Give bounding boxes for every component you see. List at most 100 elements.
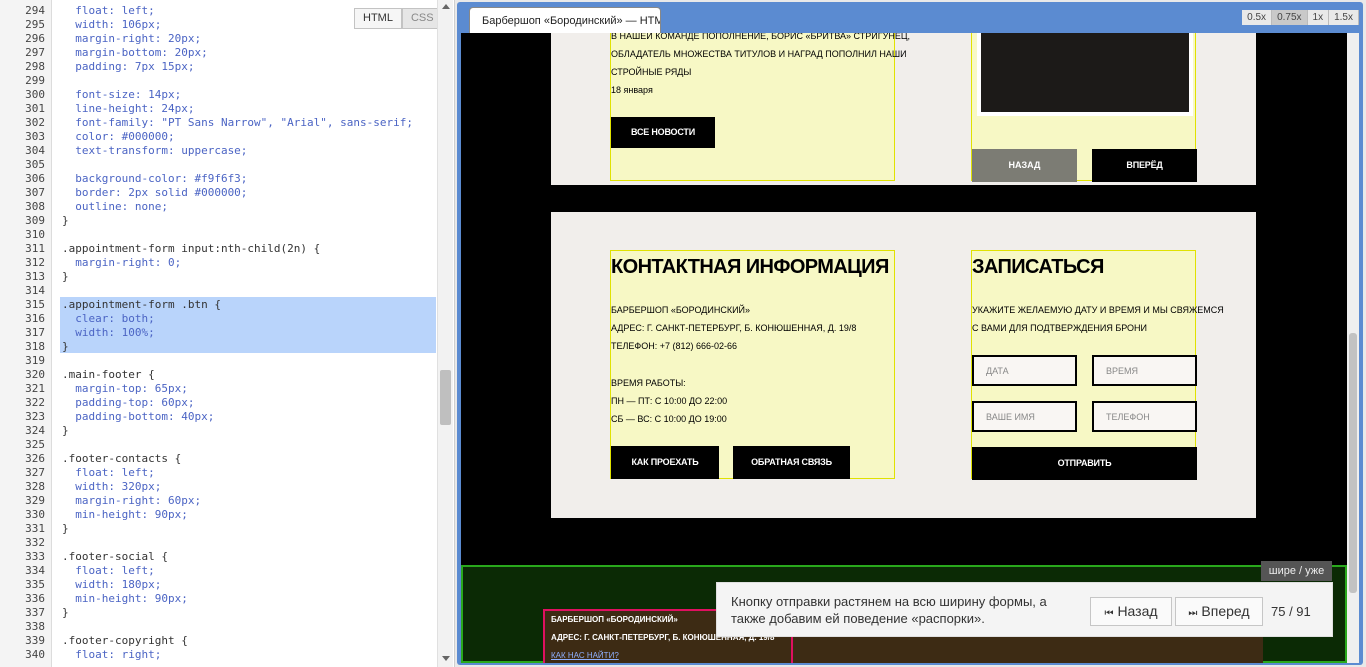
line-number: 294 [25, 4, 45, 17]
tour-counter: 75 / 91 [1271, 604, 1311, 619]
name-field[interactable]: ВАШЕ ИМЯ [972, 401, 1077, 432]
code-line: text-transform: uppercase; [62, 144, 248, 157]
line-number: 315 [25, 298, 45, 311]
code-line: color: #000000; [62, 130, 175, 143]
code-line: padding-top: 60px; [62, 396, 195, 409]
line-number: 336 [25, 592, 45, 605]
scroll-down-icon[interactable] [442, 656, 450, 661]
appointment-block: ЗАПИСАТЬСЯ УКАЖИТЕ ЖЕЛАЕМУЮ ДАТУ И ВРЕМЯ… [971, 250, 1224, 480]
zoom-controls: 0.5x 0.75x 1x 1.5x [1242, 10, 1359, 25]
code-editor[interactable]: 294 295 296 297 298 299 300 301 302 303 304 305 306 3… [0, 0, 455, 667]
line-number: 333 [25, 550, 45, 563]
line-number: 308 [25, 200, 45, 213]
contacts-section: КОНТАКТНАЯ ИНФОРМАЦИЯ БАРБЕРШОП «БОРОДИН… [551, 212, 1256, 518]
phone-field[interactable]: ТЕЛЕФОН [1092, 401, 1197, 432]
code-line: width: 106px; [62, 18, 162, 31]
line-number: 312 [25, 256, 45, 269]
date-field[interactable]: ДАТА [972, 355, 1077, 386]
scrollbar-thumb[interactable] [440, 370, 451, 425]
code-line: } [62, 214, 69, 227]
line-number: 309 [25, 214, 45, 227]
scroll-up-icon[interactable] [442, 4, 450, 9]
directions-button[interactable]: КАК ПРОЕХАТЬ [611, 446, 719, 479]
code-line: } [62, 270, 69, 283]
zoom-0-75x-button[interactable]: 0.75x [1272, 10, 1308, 25]
line-number: 305 [25, 158, 45, 171]
preview-tab[interactable]: Барбершоп «Бородинский» — HTM [469, 7, 661, 34]
code-line: } [62, 522, 69, 535]
editor-scrollbar[interactable] [437, 0, 453, 667]
line-number: 297 [25, 46, 45, 59]
line-number-gutter: 294 295 296 297 298 299 300 301 302 303 304 305 306 3… [0, 0, 52, 667]
code-line: margin-right: 60px; [62, 494, 202, 507]
html-mode-button[interactable]: HTML [354, 8, 402, 29]
line-number: 328 [25, 480, 45, 493]
news-text-3: СТРОЙНЫЕ РЯДЫ [611, 67, 692, 77]
line-number: 329 [25, 494, 45, 507]
tour-popup: Кнопку отправки растянем на всю ширину ф… [716, 582, 1333, 637]
code-line: line-height: 24px; [62, 102, 195, 115]
line-number: 299 [25, 74, 45, 87]
line-number: 327 [25, 466, 45, 479]
code-line: } [62, 424, 69, 437]
line-number: 334 [25, 564, 45, 577]
line-number: 322 [25, 396, 45, 409]
line-number: 306 [25, 172, 45, 185]
line-number: 302 [25, 116, 45, 129]
all-news-button[interactable]: ВСЕ НОВОСТИ [611, 117, 715, 148]
code-line: .appointment-form .btn { [62, 298, 221, 311]
code-line: border: 2px solid #000000; [62, 186, 248, 199]
code-line: margin-bottom: 20px; [62, 46, 208, 59]
code-line: font-size: 14px; [62, 88, 182, 101]
line-number: 313 [25, 270, 45, 283]
gallery-next-button[interactable]: ВПЕРЁД [1092, 149, 1197, 182]
code-line: } [62, 340, 69, 353]
code-line: .main-footer { [62, 368, 155, 381]
tour-next-button[interactable]: ⏭ Вперед [1175, 597, 1263, 626]
appointment-desc-2: С ВАМИ ДЛЯ ПОДТВЕРЖДЕНИЯ БРОНИ [972, 323, 1148, 333]
skip-forward-icon: ⏭ [1188, 608, 1198, 619]
line-number: 314 [25, 284, 45, 297]
code-line: padding: 7px 15px; [62, 60, 195, 73]
preview-panel: Барбершоп «Бородинский» — HTM 0.5x 0.75x… [457, 2, 1363, 665]
code-line: width: 100%; [62, 326, 155, 339]
code-line: float: left; [62, 466, 155, 479]
news-section: В НАШЕЙ КОМАНДЕ ПОПОЛНЕНИЕ, БОРИС «БРИТВ… [551, 33, 1256, 185]
code-line: width: 320px; [62, 480, 162, 493]
tour-back-button[interactable]: ⏮ Назад [1090, 597, 1172, 626]
code-line: width: 180px; [62, 578, 162, 591]
line-number: 326 [25, 452, 45, 465]
code-line: padding-bottom: 40px; [62, 410, 215, 423]
zoom-0-5x-button[interactable]: 0.5x [1242, 10, 1273, 25]
code-line: background-color: #f9f6f3; [62, 172, 248, 185]
line-number: 337 [25, 606, 45, 619]
time-field[interactable]: ВРЕМЯ [1092, 355, 1197, 386]
wider-narrower-toggle[interactable]: шире / уже [1261, 561, 1332, 581]
zoom-1x-button[interactable]: 1x [1307, 10, 1330, 25]
submit-button[interactable]: ОТПРАВИТЬ [972, 447, 1197, 480]
line-number: 303 [25, 130, 45, 143]
feedback-button[interactable]: ОБРАТНАЯ СВЯЗЬ [733, 446, 850, 479]
zoom-1-5x-button[interactable]: 1.5x [1329, 10, 1359, 25]
line-number: 300 [25, 88, 45, 101]
preview-scrollbar-thumb[interactable] [1349, 333, 1357, 593]
code-line: .footer-social { [62, 550, 168, 563]
footer-name: БАРБЕРШОП «БОРОДИНСКИЙ» [551, 615, 678, 624]
line-number: 310 [25, 228, 45, 241]
hours-title: ВРЕМЯ РАБОТЫ: [611, 378, 686, 388]
contacts-heading: КОНТАКТНАЯ ИНФОРМАЦИЯ [611, 256, 889, 278]
line-number: 316 [25, 312, 45, 325]
code-line: clear: both; [62, 312, 155, 325]
line-number: 319 [25, 354, 45, 367]
footer-find-us-link[interactable]: КАК НАС НАЙТИ? [551, 651, 619, 660]
line-number: 340 [25, 648, 45, 661]
line-number: 295 [25, 18, 45, 31]
code-line: margin-top: 65px; [62, 382, 188, 395]
skip-back-icon: ⏮ [1104, 608, 1114, 619]
contacts-block: КОНТАКТНАЯ ИНФОРМАЦИЯ БАРБЕРШОП «БОРОДИН… [610, 250, 895, 479]
preview-scrollbar[interactable] [1347, 33, 1359, 663]
code-line: outline: none; [62, 200, 168, 213]
gallery-prev-button[interactable]: НАЗАД [972, 149, 1077, 182]
hours-weekend: СБ — ВС: С 10:00 ДО 19:00 [611, 414, 727, 424]
line-number: 318 [25, 340, 45, 353]
